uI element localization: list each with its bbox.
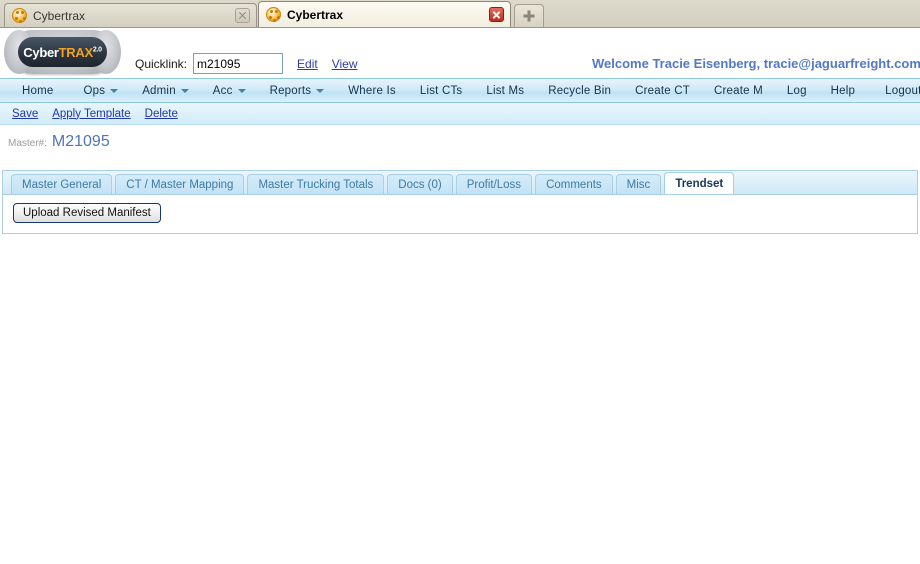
nav-label: Acc xyxy=(212,84,233,97)
record-tab-panel: Master General CT / Master Mapping Maste… xyxy=(2,170,918,234)
nav-item-acc[interactable]: Acc xyxy=(201,79,258,102)
plus-icon xyxy=(523,10,535,22)
main-navigation: Home Ops Admin Acc Reports Where Is List… xyxy=(0,78,920,103)
nav-label: Help xyxy=(830,84,856,97)
nav-item-help[interactable]: Help xyxy=(819,79,867,102)
chevron-down-icon xyxy=(316,88,325,93)
nav-item-admin[interactable]: Admin xyxy=(130,79,201,102)
chevron-down-icon xyxy=(237,88,246,93)
delete-link[interactable]: Delete xyxy=(145,108,178,120)
nav-label: Reports xyxy=(269,84,312,97)
app-header: CyberTRAX2.0 Quicklink: Edit View Welcom… xyxy=(0,28,920,78)
tab-label: Docs (0) xyxy=(398,178,442,191)
apply-template-link[interactable]: Apply Template xyxy=(52,108,130,120)
browser-tab-title: Cybertrax xyxy=(33,8,86,23)
close-icon[interactable] xyxy=(235,8,250,23)
trendset-panel-content: Upload Revised Manifest xyxy=(2,194,918,234)
quicklink-label: Quicklink: xyxy=(135,56,188,71)
tab-ct-master-mapping[interactable]: CT / Master Mapping xyxy=(115,174,245,194)
nav-label: Log xyxy=(786,84,807,97)
nav-label: Admin xyxy=(142,84,176,97)
tab-label: Master General xyxy=(22,178,102,191)
nav-item-create-ct[interactable]: Create CT xyxy=(623,79,702,102)
tab-profit-loss[interactable]: Profit/Loss xyxy=(455,174,533,194)
cybertrax-logo: CyberTRAX2.0 xyxy=(4,30,121,74)
browser-tab-1[interactable]: Cybertrax xyxy=(4,3,257,27)
nav-item-reports[interactable]: Reports xyxy=(258,79,337,102)
nav-label: Home xyxy=(22,84,54,97)
chevron-down-icon xyxy=(180,88,189,93)
quicklink-input[interactable] xyxy=(193,53,284,74)
nav-label: Create M xyxy=(713,84,763,97)
logo-text-version: 2.0 xyxy=(92,46,102,54)
save-link[interactable]: Save xyxy=(12,108,38,120)
nav-item-home[interactable]: Home xyxy=(10,79,65,102)
tab-label: CT / Master Mapping xyxy=(126,178,234,191)
tab-label: Master Trucking Totals xyxy=(258,178,374,191)
quicklink-edit-link[interactable]: Edit xyxy=(297,57,318,71)
tab-label: Misc xyxy=(626,178,651,191)
nav-item-recycle-bin[interactable]: Recycle Bin xyxy=(536,79,623,102)
nav-label: List Ms xyxy=(486,84,525,97)
nav-item-list-cts[interactable]: List CTs xyxy=(408,79,475,102)
browser-tabstrip: Cybertrax Cybertrax xyxy=(0,0,920,28)
master-number-value: M21095 xyxy=(51,133,110,150)
tab-label: Comments xyxy=(546,178,602,191)
logo-inner-shape: CyberTRAX2.0 xyxy=(18,37,107,67)
cybertrax-favicon xyxy=(12,8,27,23)
tab-master-trucking-totals[interactable]: Master Trucking Totals xyxy=(247,174,385,194)
tab-master-general[interactable]: Master General xyxy=(11,174,113,194)
tab-misc[interactable]: Misc xyxy=(615,174,662,194)
nav-item-list-ms[interactable]: List Ms xyxy=(474,79,536,102)
master-number-label: Master#: xyxy=(8,138,47,149)
tab-docs[interactable]: Docs (0) xyxy=(387,174,453,194)
nav-label: List CTs xyxy=(419,84,463,97)
new-tab-button[interactable] xyxy=(514,4,544,27)
nav-label: Ops xyxy=(83,84,106,97)
logo-text: CyberTRAX2.0 xyxy=(23,44,102,60)
record-identifier: Master#: M21095 xyxy=(0,125,920,165)
quicklink-view-link[interactable]: View xyxy=(332,57,358,71)
logo-text-cyber: Cyber xyxy=(23,44,59,60)
record-tab-strip: Master General CT / Master Mapping Maste… xyxy=(2,170,918,194)
close-icon[interactable] xyxy=(489,7,504,22)
browser-tab-title: Cybertrax xyxy=(287,7,344,22)
nav-label: Logout xyxy=(885,84,920,97)
chevron-down-icon xyxy=(110,88,119,93)
browser-tab-2[interactable]: Cybertrax xyxy=(258,1,511,27)
nav-label: Recycle Bin xyxy=(548,84,612,97)
nav-label: Where Is xyxy=(348,84,396,97)
tab-comments[interactable]: Comments xyxy=(535,174,613,194)
quicklink-group: Quicklink: Edit View xyxy=(135,53,358,74)
app-page: CyberTRAX2.0 Quicklink: Edit View Welcom… xyxy=(0,28,920,564)
nav-item-where-is[interactable]: Where Is xyxy=(336,79,408,102)
record-action-bar: Save Apply Template Delete xyxy=(0,103,920,125)
nav-label: Create CT xyxy=(635,84,690,97)
nav-item-create-m[interactable]: Create M xyxy=(702,79,775,102)
welcome-message: Welcome Tracie Eisenberg, tracie@jaguarf… xyxy=(592,56,920,71)
nav-item-logout[interactable]: Logout xyxy=(873,79,920,102)
tab-trendset[interactable]: Trendset xyxy=(664,172,735,194)
tab-label: Profit/Loss xyxy=(466,178,522,191)
logo-text-trax: TRAX xyxy=(58,44,94,60)
nav-item-log[interactable]: Log xyxy=(775,79,819,102)
tab-label: Trendset xyxy=(675,177,724,190)
upload-revised-manifest-button[interactable]: Upload Revised Manifest xyxy=(13,203,161,223)
nav-item-ops[interactable]: Ops xyxy=(71,79,130,102)
cybertrax-favicon xyxy=(266,7,281,22)
